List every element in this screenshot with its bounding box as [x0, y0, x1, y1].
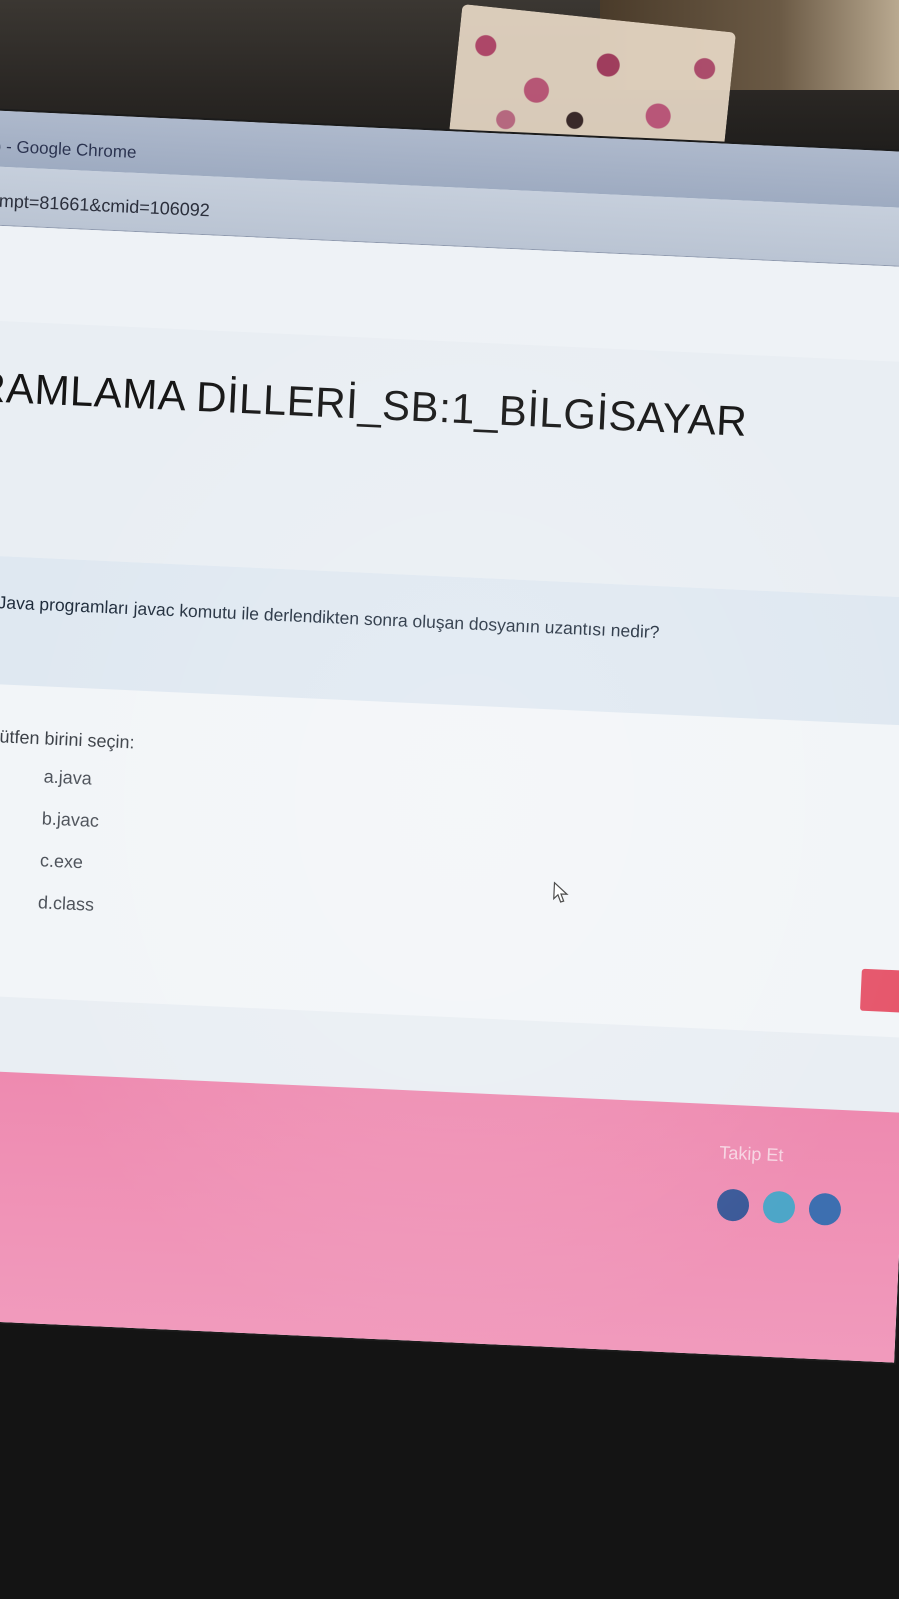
linkedin-icon[interactable]	[808, 1192, 842, 1226]
answer-option-a[interactable]: a.java	[43, 766, 92, 789]
window-title: 5) - Google Chrome	[0, 136, 137, 162]
follow-label: Takip Et	[718, 1142, 784, 1166]
answer-option-c[interactable]: c.exe	[39, 850, 84, 873]
answer-option-b[interactable]: b.javac	[41, 808, 99, 832]
answer-prompt: Lütfen birini seçin:	[0, 725, 135, 753]
quiz-page: RAMLAMA DİLLERİ_SB:1_BİLGİSAYAR Java pro…	[0, 222, 899, 1363]
question-text: Java programları javac komutu ile derlen…	[0, 592, 660, 643]
url-text[interactable]: tempt=81661&cmid=106092	[0, 190, 210, 221]
question-card: Java programları javac komutu ile derlen…	[0, 554, 899, 1040]
twitter-icon[interactable]	[762, 1190, 796, 1224]
next-page-button[interactable]: S	[859, 968, 899, 1015]
mouse-cursor-icon	[553, 881, 569, 903]
facebook-icon[interactable]	[716, 1188, 750, 1222]
page-title: RAMLAMA DİLLERİ_SB:1_BİLGİSAYAR	[0, 362, 749, 445]
question-box: Java programları javac komutu ile derlen…	[0, 555, 899, 727]
answer-option-d[interactable]: d.class	[38, 892, 95, 916]
page-footer: Takip Et	[0, 1067, 899, 1363]
browser-screen: 5) - Google Chrome tempt=81661&cmid=1060…	[0, 108, 899, 1363]
